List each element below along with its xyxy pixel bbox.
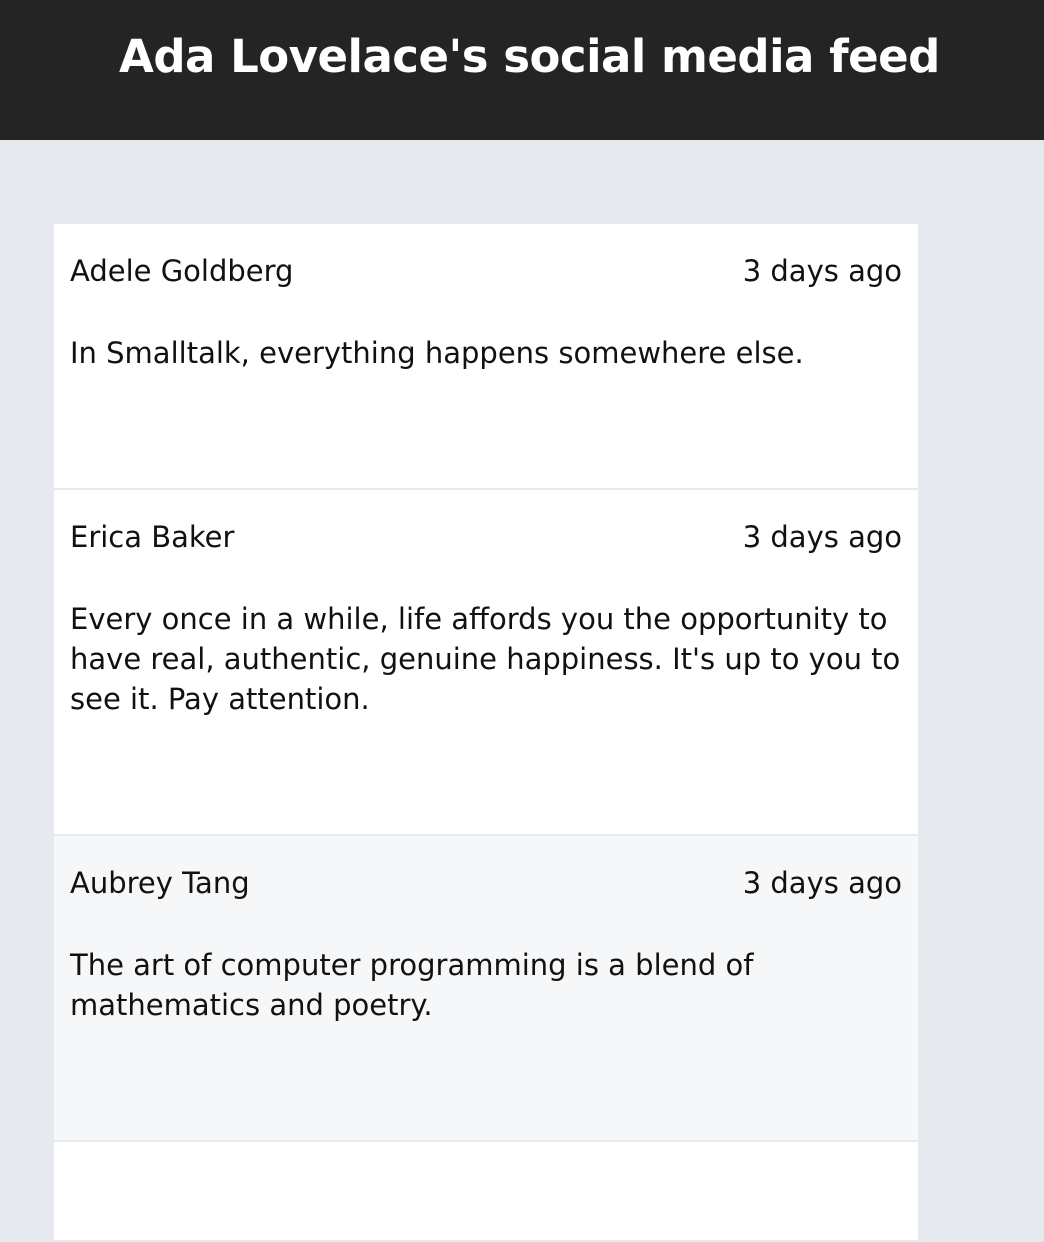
- post-author: Adele Goldberg: [70, 254, 294, 288]
- post-header: Adele Goldberg 3 days ago: [70, 254, 902, 289]
- app-header: Ada Lovelace's social media feed: [0, 0, 1044, 140]
- post-header: Erica Baker 3 days ago: [70, 520, 902, 555]
- post-author: Aubrey Tang: [70, 866, 250, 900]
- post-body: In Smalltalk, everything happens somewhe…: [70, 335, 804, 370]
- post-timestamp: 3 days ago: [742, 254, 902, 288]
- feed-post[interactable]: Erica Baker 3 days ago Every once in a w…: [54, 490, 918, 836]
- feed-list: Adele Goldberg 3 days ago In Smalltalk, …: [54, 224, 918, 1242]
- feed-post-hovered[interactable]: Aubrey Tang 3 days ago The art of comput…: [54, 836, 918, 1142]
- post-body: The art of computer programming is a ble…: [70, 947, 754, 1022]
- feed-post[interactable]: Adele Goldberg 3 days ago In Smalltalk, …: [54, 224, 918, 490]
- post-timestamp: 3 days ago: [742, 866, 902, 900]
- feed-post-partial[interactable]: [54, 1142, 918, 1242]
- page-title: Ada Lovelace's social media feed: [119, 30, 940, 83]
- post-header: Aubrey Tang 3 days ago: [70, 866, 902, 901]
- post-body: Every once in a while, life affords you …: [70, 601, 901, 716]
- post-timestamp: 3 days ago: [742, 520, 902, 554]
- post-author: Erica Baker: [70, 520, 235, 554]
